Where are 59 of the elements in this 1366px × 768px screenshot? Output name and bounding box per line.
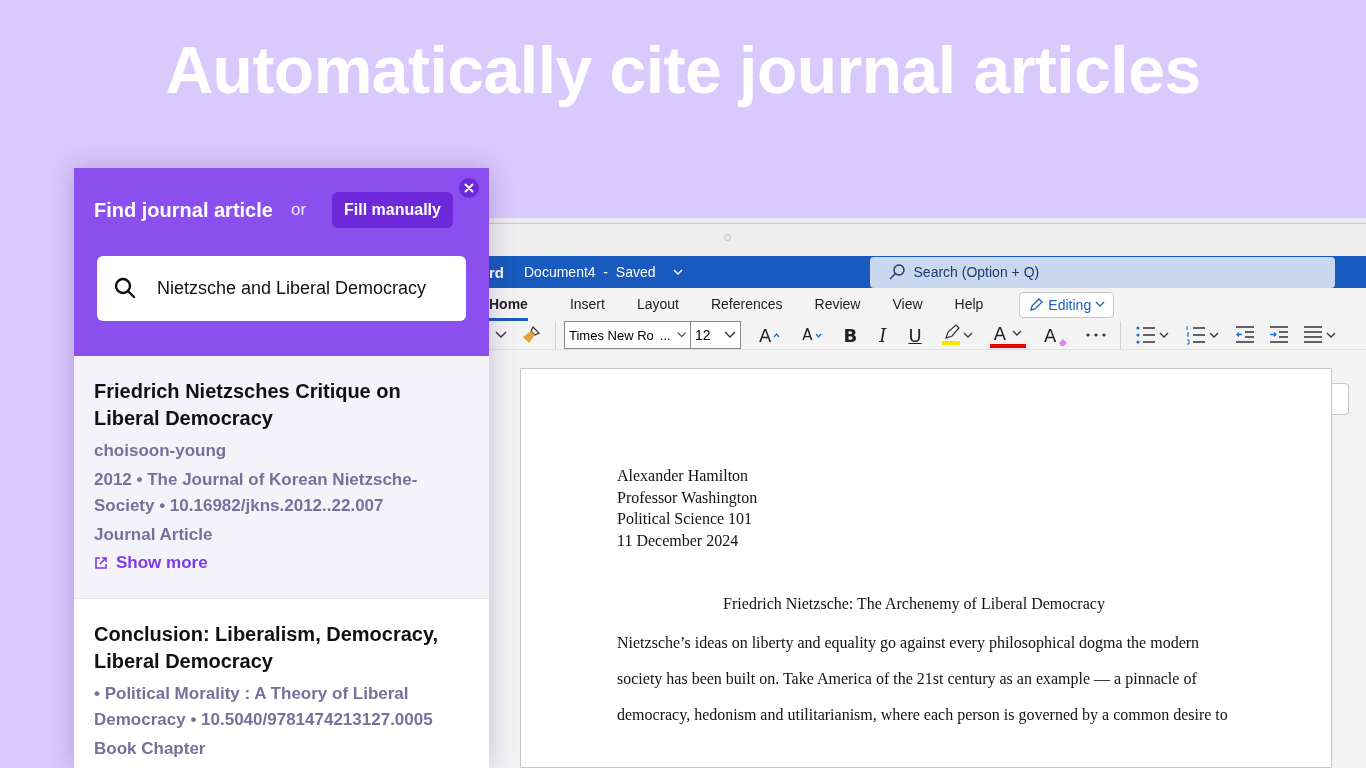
increase-indent-icon[interactable] <box>1269 326 1290 344</box>
pencil-icon <box>1028 296 1045 313</box>
chevron-down-icon <box>1011 329 1022 337</box>
external-link-icon <box>94 556 108 570</box>
body-text-line: democracy, hedonism and utilitarianism, where each person is governed by a common desire to <box>617 704 1229 726</box>
underline-button[interactable]: U <box>904 324 926 346</box>
italic-button[interactable]: I <box>875 324 891 346</box>
document-title: Friedrich Nietzsche: The Archenemy of Liberal Democracy <box>722 593 1106 615</box>
show-more-link[interactable]: Show more <box>94 553 208 573</box>
ribbon-tab[interactable]: Insert <box>569 288 605 321</box>
or-label: or <box>290 200 307 220</box>
result-detail: 2012 • The Journal of Korean Nietzsche-Society • 10.16982/jkns.2012..22.007 <box>94 469 419 517</box>
header-line: 11 December 2024 <box>617 531 740 552</box>
result-title: Friedrich Nietzsches Critique on Liberal Democracy <box>94 379 402 431</box>
fill-manually-button[interactable]: Fill manually <box>332 192 453 228</box>
ribbon-tab[interactable]: Layout <box>636 288 679 321</box>
paintbrush-icon[interactable] <box>521 325 541 345</box>
more-icon[interactable] <box>1086 333 1107 337</box>
grow-font-button[interactable]: A <box>755 324 785 346</box>
search-field[interactable]: Search (Option + Q) <box>869 256 1335 288</box>
font-size-dropdown[interactable]: 12 <box>691 321 741 349</box>
header-line: Political Science 101 <box>617 509 754 530</box>
font-color-button[interactable]: A <box>989 322 1026 348</box>
caret-down-icon <box>814 332 822 338</box>
ribbon-tab[interactable]: Help <box>954 288 984 321</box>
clear-formatting-button[interactable]: A <box>1039 324 1073 346</box>
bold-button[interactable]: B <box>839 324 862 346</box>
caret-up-icon <box>773 332 781 338</box>
chevron-down-icon[interactable] <box>495 331 507 339</box>
chevron-down-icon <box>1095 301 1106 308</box>
search-icon <box>113 276 137 300</box>
ribbon-tab[interactable]: Review <box>814 288 861 321</box>
chevron-down-icon <box>724 331 736 339</box>
close-icon <box>464 183 474 193</box>
result-detail: • Political Morality : A Theory of Liberal Democracy • 10.5040/9781474213127.0005 <box>94 683 434 731</box>
article-search-field[interactable]: Nietzsche and Liberal Democracy <box>97 256 466 321</box>
search-icon <box>887 262 906 281</box>
shrink-font-button[interactable]: A <box>798 326 826 344</box>
chevron-down-icon <box>671 268 684 277</box>
result-detail: choisoon-young <box>94 440 228 462</box>
result-detail: Journal Article <box>94 524 214 546</box>
app-name: rd <box>489 263 505 281</box>
search-result[interactable]: Friedrich Nietzsches Critique on Liberal Democracy choisoon-young 2012 • The Journal of Korean Nietzsche-Society • 10.16982/jkns.2012..22.007 Journal Article Show more <box>74 356 489 599</box>
body-text-line: society has been built on. Take America of the 21st century as an example — a pinnacle of <box>617 668 1198 690</box>
result-detail: Book Chapter <box>94 738 207 760</box>
body-text-line: Nietzsche’s ideas on liberty and equality go against every philosophical dogma the modern <box>617 632 1201 654</box>
ribbon-tab[interactable]: References <box>710 288 783 321</box>
result-title: Conclusion: Liberalism, Democracy, Liberal Democracy <box>94 622 440 674</box>
search-result[interactable]: Conclusion: Liberalism, Democracy, Liberal Democracy • Political Morality : A Theory of Liberal Democracy • 10.5040/9781474213127.0005 Book Chapter <box>74 599 489 768</box>
editing-mode-button[interactable]: Editing <box>1019 291 1115 318</box>
panel-title: Find journal article <box>94 198 273 222</box>
header-line: Alexander Hamilton <box>617 466 750 486</box>
font-name-dropdown[interactable]: Times New Ro ... <box>564 321 691 349</box>
chevron-down-icon <box>676 331 686 339</box>
document-title-button[interactable]: Document4 - Saved <box>524 264 684 281</box>
decrease-indent-icon[interactable] <box>1235 326 1256 344</box>
header-line: Professor Washington <box>617 487 759 509</box>
eraser-icon <box>1058 337 1069 346</box>
ribbon-tab[interactable]: View <box>892 288 923 321</box>
